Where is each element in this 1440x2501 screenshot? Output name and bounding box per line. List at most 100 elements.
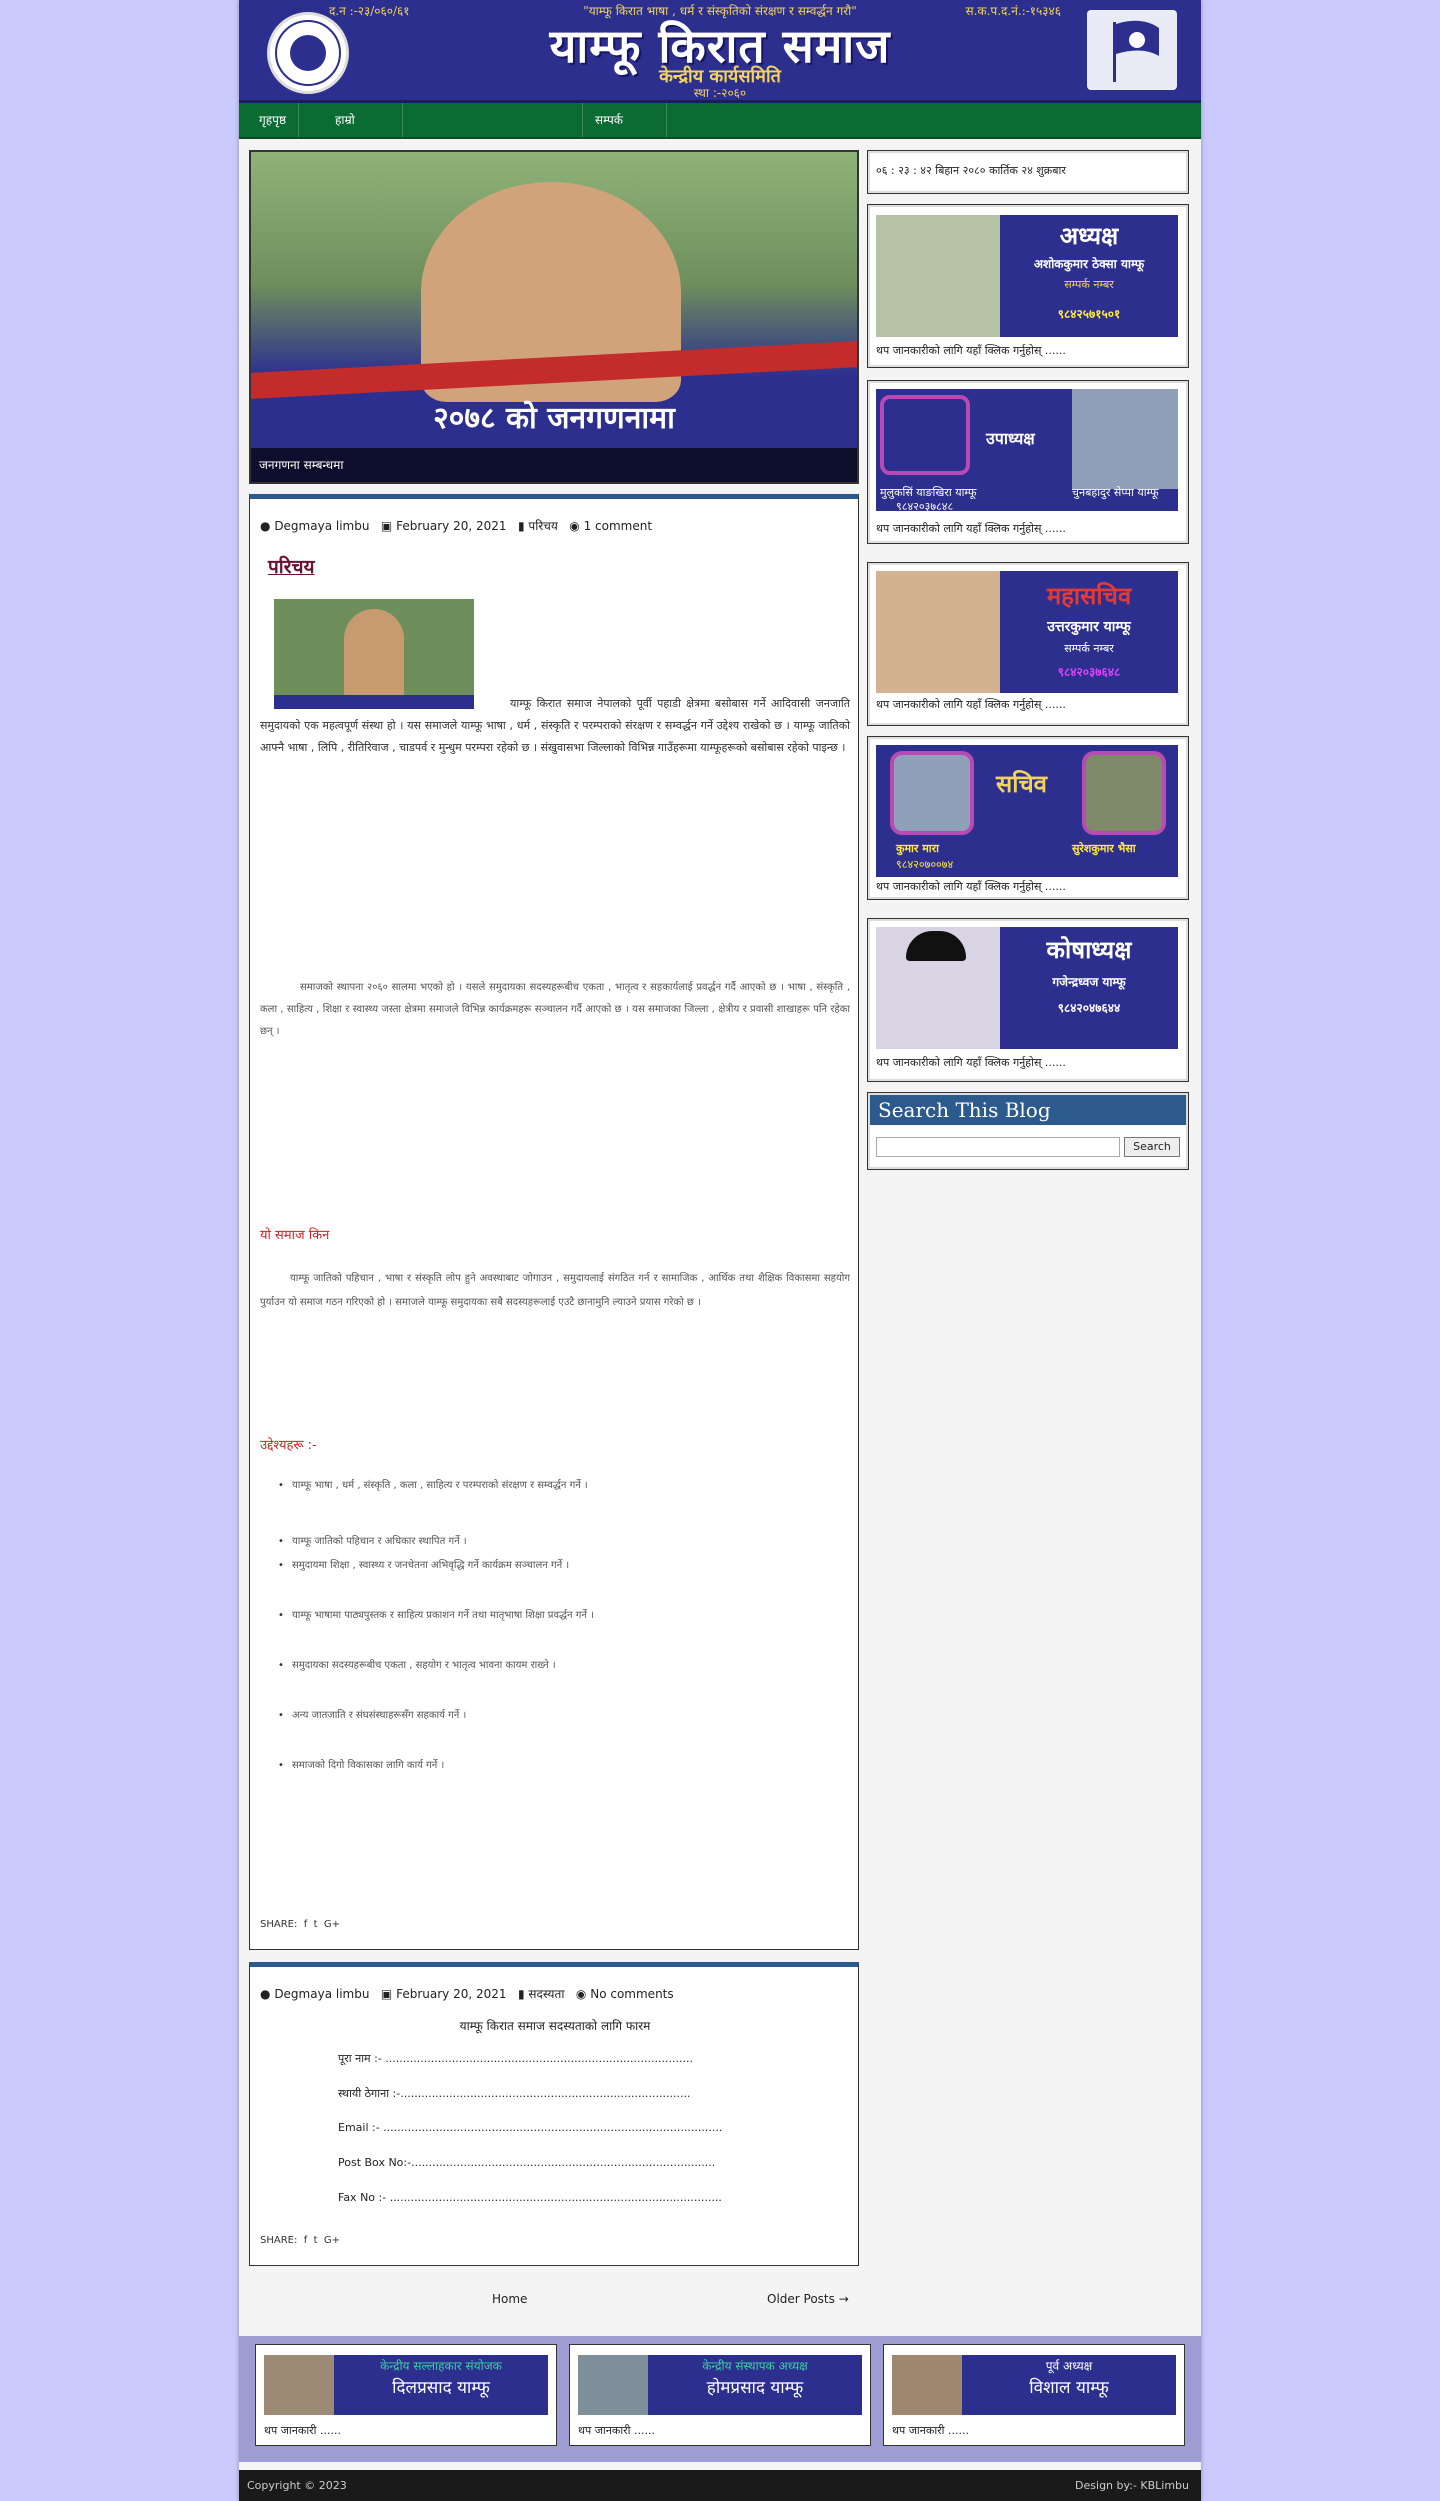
- card-caption[interactable]: थप जानकारी ......: [578, 2423, 655, 2438]
- search-widget: Search This Blog Search: [867, 1092, 1189, 1170]
- post-introduction: ● Degmaya limbu ▣ February 20, 2021 ▮ पर…: [249, 494, 859, 1950]
- card-label: सुरेशकुमार भैसा: [1072, 842, 1136, 855]
- form-heading: याम्फू किरात समाज सदस्यताको लागि फारम: [459, 2019, 651, 2033]
- section-heading-why: यो समाज किन: [260, 1228, 330, 1243]
- card-role: पूर्व अध्यक्ष: [1045, 2359, 1093, 2373]
- copyright-text: Copyright © 2023: [247, 2479, 347, 2492]
- designer-credit[interactable]: Design by:- KBLimbu: [1075, 2470, 1189, 2501]
- post-author[interactable]: Degmaya limbu: [274, 519, 369, 533]
- card-phone: ९८४२०७००७४: [896, 858, 954, 871]
- form-field-address[interactable]: स्थायी ठेगाना :-........................…: [338, 2086, 690, 2101]
- search-title: Search This Blog: [870, 1095, 1186, 1125]
- search-button[interactable]: Search: [1124, 1137, 1180, 1157]
- section-heading-objectives: उद्देश्यहरू :-: [260, 1438, 317, 1453]
- card-name: कुमार मारा: [896, 842, 939, 855]
- card-role: केन्द्रीय संस्थापक अध्यक्ष: [702, 2359, 808, 2373]
- post-paragraph-3: याम्फू जातिको पहिचान , भाषा र संस्कृति ल…: [260, 1273, 850, 1308]
- post-comments[interactable]: No comments: [590, 1987, 673, 2001]
- card-role: केन्द्रीय सल्लाहकार संयोजक: [380, 2359, 502, 2373]
- form-field-name[interactable]: पूरा नाम :- ............................…: [338, 2051, 693, 2066]
- secretary-image[interactable]: सचिव कुमार मारा सुरेशकुमार भैसा ९८४२०७००…: [876, 745, 1178, 877]
- card-caption[interactable]: थप जानकारी ......: [264, 2423, 341, 2438]
- older-posts-link[interactable]: Older Posts →: [767, 2292, 849, 2306]
- share-bar: SHARE: f t G+: [260, 2235, 340, 2246]
- clock-widget: ०६ : २३ : ४२ बिहान २०८० कार्तिक २४ शुक्र…: [867, 150, 1189, 194]
- objective-item: याम्फू भाषामा पाठ्यपुस्तक र साहित्य प्रक…: [278, 1605, 832, 1627]
- post-author[interactable]: Degmaya limbu: [274, 1987, 369, 2001]
- objective-item: समुदायमा शिक्षा , स्वास्थ्य र जनचेतना अभ…: [278, 1555, 832, 1577]
- card-caption[interactable]: थप जानकारीको लागि यहाँ क्लिक गर्नुहोस् .…: [876, 1055, 1066, 1070]
- post-date[interactable]: February 20, 2021: [396, 1987, 506, 2001]
- calendar-icon: ▣: [380, 519, 393, 533]
- president-image[interactable]: अध्यक्ष अशोककुमार ठेक्सा याम्फू सम्पर्क …: [876, 215, 1178, 337]
- former-president-image[interactable]: पूर्व अध्यक्ष विशाल याम्फू: [892, 2355, 1176, 2415]
- post-date[interactable]: February 20, 2021: [396, 519, 506, 533]
- card-label: चुनबहादुर सेप्पा याम्फू: [1072, 486, 1159, 499]
- former-president-photo: [892, 2355, 962, 2415]
- card-phone: ९८४२०३७८४८: [896, 500, 954, 511]
- card-phone: ९८४२०३७६४८: [1057, 665, 1121, 679]
- treasurer-card: कोषाध्यक्ष गजेन्द्रध्वज याम्फू ९८४२०४७६४…: [867, 918, 1189, 1082]
- slider-caption[interactable]: जनगणना सम्बन्धमा: [251, 448, 857, 482]
- objective-item: समुदायका सदस्यहरूबीच एकता , सहयोग र भातृ…: [278, 1655, 832, 1677]
- secretary-photo-2: [1082, 751, 1166, 835]
- form-field-email[interactable]: Email :- ...............................…: [338, 2121, 722, 2134]
- nav-item-about[interactable]: हाम्रो: [323, 103, 403, 137]
- former-president-card: पूर्व अध्यक्ष विशाल याम्फू थप जानकारी ..…: [883, 2344, 1185, 2446]
- nav-item-contact[interactable]: सम्पर्क: [583, 103, 667, 137]
- form-field-fax[interactable]: Fax No :- ..............................…: [338, 2191, 722, 2204]
- founder-image[interactable]: केन्द्रीय संस्थापक अध्यक्ष होमप्रसाद याम…: [578, 2355, 862, 2415]
- advisor-card: केन्द्रीय सल्लाहकार संयोजक दिलप्रसाद याम…: [255, 2344, 557, 2446]
- slider-headline: २०७८ को जनगणनामा: [433, 401, 675, 436]
- card-role: उपाध्यक्ष: [986, 429, 1035, 448]
- card-caption[interactable]: थप जानकारीको लागि यहाँ क्लिक गर्नुहोस् .…: [876, 697, 1066, 712]
- objective-item: समाजको दिगो विकासका लागि कार्य गर्ने ।: [278, 1755, 832, 1777]
- objective-item: अन्य जातजाति र संघसंस्थाहरूसँग सहकार्य ग…: [278, 1705, 832, 1727]
- advisor-image[interactable]: केन्द्रीय सल्लाहकार संयोजक दिलप्रसाद याम…: [264, 2355, 548, 2415]
- card-caption[interactable]: थप जानकारीको लागि यहाँ क्लिक गर्नुहोस् .…: [876, 521, 1066, 536]
- card-caption[interactable]: थप जानकारीको लागि यहाँ क्लिक गर्नुहोस् .…: [876, 879, 1066, 894]
- user-icon: ●: [260, 519, 271, 533]
- treasurer-image[interactable]: कोषाध्यक्ष गजेन्द्रध्वज याम्फू ९८४२०४७६४…: [876, 927, 1178, 1049]
- form-field-postbox[interactable]: Post Box No:-...........................…: [338, 2156, 715, 2169]
- facebook-icon[interactable]: f: [301, 2235, 308, 2246]
- vice-president-card: उपाध्यक्ष मुलुकसिं याङखिरा याम्फू चुनबहा…: [867, 380, 1189, 544]
- page-wrapper: द.न :-२३/०६०/६१ "याम्फू किरात भाषा , धर्…: [239, 0, 1201, 2501]
- card-name: उत्तरकुमार याम्फू: [1047, 619, 1131, 635]
- vp-photo-frame: [880, 395, 970, 475]
- vp-photo: [1072, 389, 1178, 489]
- facebook-icon[interactable]: f: [301, 1919, 308, 1930]
- nav-item-blank[interactable]: [403, 103, 583, 137]
- search-input[interactable]: [876, 1137, 1120, 1157]
- twitter-icon[interactable]: t: [310, 1919, 318, 1930]
- post-title[interactable]: परिचय: [268, 553, 315, 579]
- treasurer-photo: [876, 927, 1000, 1049]
- twitter-icon[interactable]: t: [310, 2235, 318, 2246]
- home-link[interactable]: Home: [492, 2292, 527, 2306]
- card-caption[interactable]: थप जानकारी ......: [892, 2423, 969, 2438]
- folder-icon: ▮: [517, 1987, 525, 2001]
- founder-card: केन्द्रीय संस्थापक अध्यक्ष होमप्रसाद याम…: [569, 2344, 871, 2446]
- share-label: SHARE:: [260, 1919, 298, 1930]
- secretary-card: सचिव कुमार मारा सुरेशकुमार भैसा ९८४२०७००…: [867, 736, 1189, 900]
- post-comments[interactable]: 1 comment: [584, 519, 652, 533]
- general-secretary-photo: [876, 571, 1000, 693]
- folder-icon: ▮: [517, 519, 525, 533]
- objective-item: याम्फू जातिको पहिचान र अधिकार स्थापित गर…: [278, 1531, 832, 1553]
- president-photo: [876, 215, 1000, 337]
- comment-icon: ◉: [575, 1987, 587, 2001]
- card-caption[interactable]: थप जानकारीको लागि यहाँ क्लिक गर्नुहोस् .…: [876, 343, 1066, 358]
- general-secretary-image[interactable]: महासचिव उत्तरकुमार याम्फू सम्पर्क नम्बर …: [876, 571, 1178, 693]
- card-role: महासचिव: [1046, 581, 1132, 610]
- calendar-icon: ▣: [380, 1987, 393, 2001]
- featured-slider[interactable]: २०७८ को जनगणनामा जनगणना सम्बन्धमा: [249, 150, 859, 484]
- card-name: गजेन्द्रध्वज याम्फू: [1052, 975, 1126, 989]
- post-category[interactable]: परिचय: [528, 519, 557, 533]
- google-plus-icon[interactable]: G+: [321, 1919, 340, 1930]
- vice-president-image[interactable]: उपाध्यक्ष मुलुकसिं याङखिरा याम्फू चुनबहा…: [876, 389, 1178, 511]
- post-membership: ● Degmaya limbu ▣ February 20, 2021 ▮ सद…: [249, 1962, 859, 2266]
- post-category[interactable]: सदस्यता: [528, 1987, 564, 2001]
- google-plus-icon[interactable]: G+: [321, 2235, 340, 2246]
- nav-item-home[interactable]: गृहपृष्ठ: [247, 103, 300, 137]
- card-name: दिलप्रसाद याम्फू: [392, 2378, 490, 2398]
